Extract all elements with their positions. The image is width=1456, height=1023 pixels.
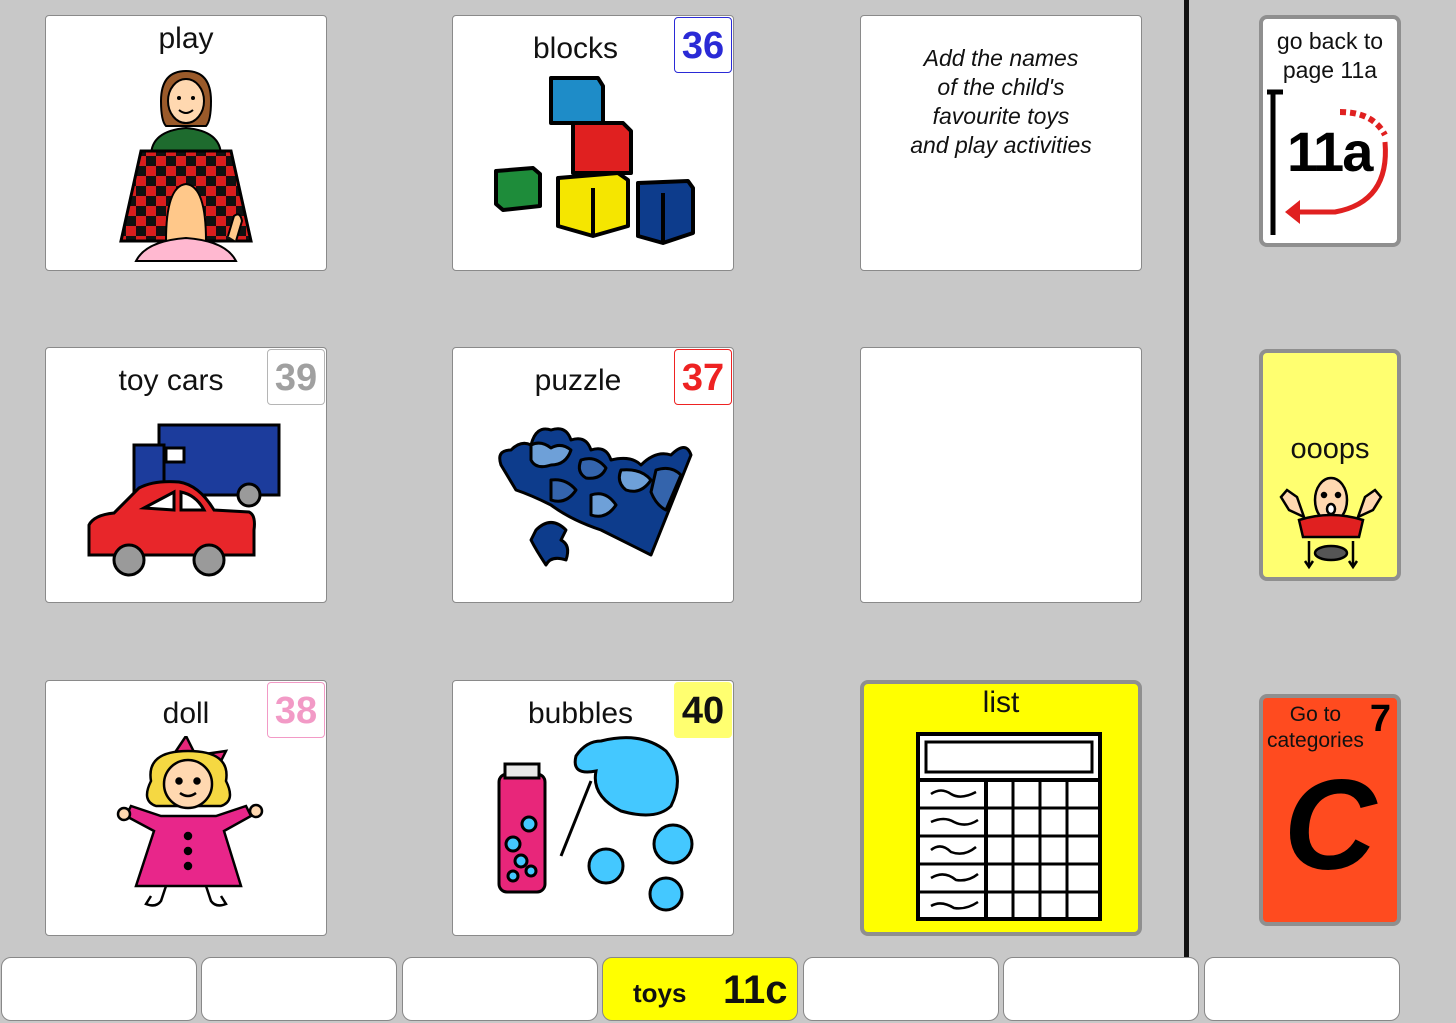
blocks-number-badge: 36: [674, 17, 732, 73]
categories-label: Go to categories: [1267, 702, 1364, 754]
doll-number-badge: 38: [267, 682, 325, 738]
note-text: Add the names of the child's favourite t…: [861, 44, 1141, 160]
categories-line-1: Go to: [1289, 703, 1342, 726]
categories-number: 7: [1369, 698, 1391, 740]
note-line-2: of the child's: [937, 74, 1065, 100]
categories-letter: C: [1283, 754, 1377, 897]
tab-5[interactable]: [803, 957, 999, 1021]
bubbles-cell[interactable]: bubbles 40: [452, 680, 734, 936]
note-line-1: Add the names: [923, 45, 1079, 71]
go-back-page-code: 11a: [1287, 120, 1373, 183]
go-back-label: go back to page 11a: [1263, 27, 1397, 85]
go-back-line-1: go back to: [1276, 28, 1384, 54]
go-to-categories-button[interactable]: Go to categories 7 C: [1259, 694, 1401, 926]
blocks-icon: [494, 76, 695, 245]
puzzle-number-badge: 37: [674, 349, 732, 405]
puzzle-icon: [498, 427, 693, 567]
toy-cars-number-badge: 39: [267, 349, 325, 405]
tab-6[interactable]: [1003, 957, 1199, 1021]
go-back-button[interactable]: go back to page 11a 11a: [1259, 15, 1401, 247]
toy-cars-icon: [87, 423, 281, 577]
ooops-person-icon: [1279, 476, 1383, 570]
categories-line-2: categories: [1267, 729, 1364, 752]
play-label: play: [158, 22, 214, 55]
note-cell: Add the names of the child's favourite t…: [860, 15, 1142, 271]
list-icon: [916, 732, 1102, 921]
tab-7[interactable]: [1204, 957, 1400, 1021]
play-icon: [119, 69, 253, 262]
doll-cell[interactable]: doll 38: [45, 680, 327, 936]
play-cell[interactable]: play: [45, 15, 327, 271]
bubbles-icon: [497, 736, 694, 912]
vertical-divider: [1184, 0, 1189, 958]
empty-cell[interactable]: [860, 347, 1142, 603]
tab-toys-active[interactable]: toys 11c: [602, 957, 798, 1021]
go-back-line-2: page 11a: [1282, 57, 1378, 83]
tab-toys-label: toys: [633, 978, 687, 1008]
tab-2[interactable]: [201, 957, 397, 1021]
doll-icon: [116, 736, 264, 907]
tab-toys-code: 11c: [723, 968, 788, 1012]
note-line-4: and play activities: [910, 132, 1092, 158]
ooops-label: ooops: [1290, 433, 1370, 465]
toy-cars-cell[interactable]: toy cars 39: [45, 347, 327, 603]
ooops-button[interactable]: ooops: [1259, 349, 1401, 581]
tab-3[interactable]: [402, 957, 598, 1021]
list-cell[interactable]: list: [860, 680, 1142, 936]
puzzle-cell[interactable]: puzzle 37: [452, 347, 734, 603]
bubbles-number-badge: 40: [674, 682, 732, 738]
blocks-cell[interactable]: blocks 36: [452, 15, 734, 271]
note-line-3: favourite toys: [932, 103, 1070, 129]
list-label: list: [982, 686, 1020, 719]
tab-1[interactable]: [1, 957, 197, 1021]
